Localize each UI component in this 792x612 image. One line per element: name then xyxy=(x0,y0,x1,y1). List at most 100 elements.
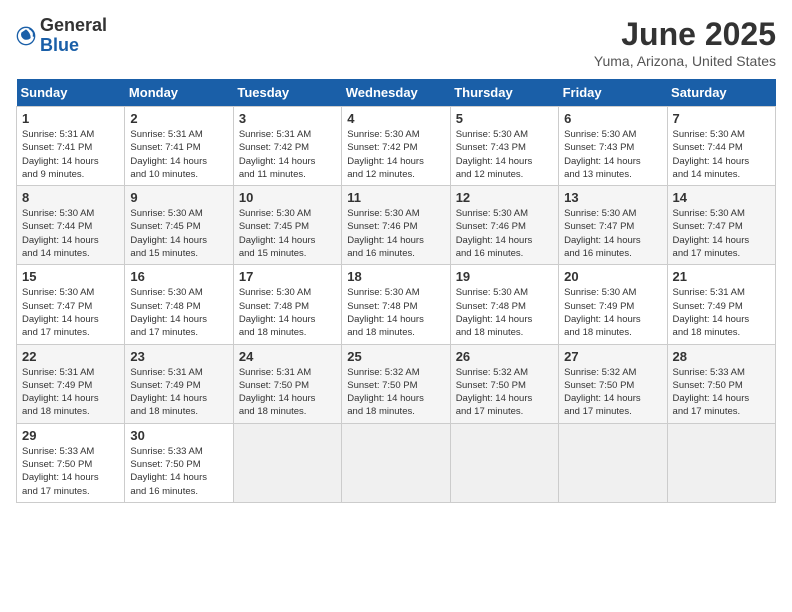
table-row: 16Sunrise: 5:30 AM Sunset: 7:48 PM Dayli… xyxy=(125,265,233,344)
day-number: 27 xyxy=(564,349,661,364)
table-row: 24 Sunrise: 5:31 AM Sunset: 7:50 PM Dayli… xyxy=(233,344,341,423)
day-number: 1 xyxy=(22,111,119,126)
table-row xyxy=(233,423,341,502)
day-info: Sunrise: 5:31 AM Sunset: 7:49 PM Dayligh… xyxy=(130,366,227,419)
day-number: 26 xyxy=(456,349,553,364)
day-info: Sunrise: 5:30 AM Sunset: 7:47 PM Dayligh… xyxy=(22,286,119,339)
table-row: 21Sunrise: 5:31 AM Sunset: 7:49 PM Dayli… xyxy=(667,265,775,344)
table-row: 8 Sunrise: 5:30 AM Sunset: 7:44 PM Daylig… xyxy=(17,186,125,265)
day-number: 4 xyxy=(347,111,444,126)
calendar-week-row: 8 Sunrise: 5:30 AM Sunset: 7:44 PM Daylig… xyxy=(17,186,776,265)
day-number: 15 xyxy=(22,269,119,284)
logo-text: General Blue xyxy=(40,16,107,56)
logo-blue: Blue xyxy=(40,36,107,56)
day-info: Sunrise: 5:31 AM Sunset: 7:41 PM Dayligh… xyxy=(130,128,227,181)
day-info: Sunrise: 5:30 AM Sunset: 7:44 PM Dayligh… xyxy=(673,128,770,181)
table-row: 27 Sunrise: 5:32 AM Sunset: 7:50 PM Dayli… xyxy=(559,344,667,423)
month-title: June 2025 xyxy=(594,16,776,53)
day-number: 11 xyxy=(347,190,444,205)
table-row: 18 Sunrise: 5:30 AM Sunset: 7:48 PM Dayli… xyxy=(342,265,450,344)
day-number: 30 xyxy=(130,428,227,443)
day-info: Sunrise: 5:30 AM Sunset: 7:45 PM Dayligh… xyxy=(130,207,227,260)
day-number: 19 xyxy=(456,269,553,284)
header-wednesday: Wednesday xyxy=(342,79,450,107)
table-row: 29 Sunrise: 5:33 AM Sunset: 7:50 PM Dayli… xyxy=(17,423,125,502)
day-number: 24 xyxy=(239,349,336,364)
day-number: 3 xyxy=(239,111,336,126)
table-row: 2 Sunrise: 5:31 AM Sunset: 7:41 PM Daylig… xyxy=(125,107,233,186)
day-number: 28 xyxy=(673,349,770,364)
day-info: Sunrise: 5:33 AM Sunset: 7:50 PM Dayligh… xyxy=(130,445,227,498)
header-saturday: Saturday xyxy=(667,79,775,107)
header-monday: Monday xyxy=(125,79,233,107)
day-info: Sunrise: 5:30 AM Sunset: 7:44 PM Dayligh… xyxy=(22,207,119,260)
day-info: Sunrise: 5:31 AM Sunset: 7:49 PM Dayligh… xyxy=(673,286,770,339)
header-friday: Friday xyxy=(559,79,667,107)
day-info: Sunrise: 5:30 AM Sunset: 7:49 PM Dayligh… xyxy=(564,286,661,339)
table-row xyxy=(667,423,775,502)
day-info: Sunrise: 5:31 AM Sunset: 7:50 PM Dayligh… xyxy=(239,366,336,419)
day-info: Sunrise: 5:30 AM Sunset: 7:47 PM Dayligh… xyxy=(673,207,770,260)
calendar-week-row: 1 Sunrise: 5:31 AM Sunset: 7:41 PM Daylig… xyxy=(17,107,776,186)
day-info: Sunrise: 5:30 AM Sunset: 7:46 PM Dayligh… xyxy=(456,207,553,260)
day-number: 2 xyxy=(130,111,227,126)
day-info: Sunrise: 5:30 AM Sunset: 7:48 PM Dayligh… xyxy=(347,286,444,339)
day-info: Sunrise: 5:30 AM Sunset: 7:47 PM Dayligh… xyxy=(564,207,661,260)
day-info: Sunrise: 5:33 AM Sunset: 7:50 PM Dayligh… xyxy=(22,445,119,498)
day-info: Sunrise: 5:33 AM Sunset: 7:50 PM Dayligh… xyxy=(673,366,770,419)
day-info: Sunrise: 5:30 AM Sunset: 7:42 PM Dayligh… xyxy=(347,128,444,181)
table-row xyxy=(342,423,450,502)
table-row: 7Sunrise: 5:30 AM Sunset: 7:44 PM Daylig… xyxy=(667,107,775,186)
day-number: 17 xyxy=(239,269,336,284)
table-row: 25Sunrise: 5:32 AM Sunset: 7:50 PM Dayli… xyxy=(342,344,450,423)
day-info: Sunrise: 5:30 AM Sunset: 7:48 PM Dayligh… xyxy=(239,286,336,339)
day-info: Sunrise: 5:31 AM Sunset: 7:41 PM Dayligh… xyxy=(22,128,119,181)
day-number: 22 xyxy=(22,349,119,364)
logo: General Blue xyxy=(16,16,107,56)
day-number: 10 xyxy=(239,190,336,205)
table-row: 12 Sunrise: 5:30 AM Sunset: 7:46 PM Dayli… xyxy=(450,186,558,265)
day-number: 12 xyxy=(456,190,553,205)
table-row: 17 Sunrise: 5:30 AM Sunset: 7:48 PM Dayli… xyxy=(233,265,341,344)
table-row: 10 Sunrise: 5:30 AM Sunset: 7:45 PM Dayli… xyxy=(233,186,341,265)
day-number: 29 xyxy=(22,428,119,443)
logo-general: General xyxy=(40,16,107,36)
day-number: 8 xyxy=(22,190,119,205)
day-info: Sunrise: 5:30 AM Sunset: 7:48 PM Dayligh… xyxy=(130,286,227,339)
day-info: Sunrise: 5:30 AM Sunset: 7:48 PM Dayligh… xyxy=(456,286,553,339)
header-thursday: Thursday xyxy=(450,79,558,107)
table-row: 28 Sunrise: 5:33 AM Sunset: 7:50 PM Dayli… xyxy=(667,344,775,423)
day-number: 25 xyxy=(347,349,444,364)
day-info: Sunrise: 5:30 AM Sunset: 7:43 PM Dayligh… xyxy=(456,128,553,181)
table-row xyxy=(559,423,667,502)
page-header: General Blue June 2025 Yuma, Arizona, Un… xyxy=(16,16,776,69)
table-row xyxy=(450,423,558,502)
table-row: 11 Sunrise: 5:30 AM Sunset: 7:46 PM Dayli… xyxy=(342,186,450,265)
logo-icon xyxy=(16,26,36,46)
table-row: 20Sunrise: 5:30 AM Sunset: 7:49 PM Dayli… xyxy=(559,265,667,344)
day-info: Sunrise: 5:30 AM Sunset: 7:45 PM Dayligh… xyxy=(239,207,336,260)
table-row: 1 Sunrise: 5:31 AM Sunset: 7:41 PM Daylig… xyxy=(17,107,125,186)
table-row: 15 Sunrise: 5:30 AM Sunset: 7:47 PM Dayli… xyxy=(17,265,125,344)
calendar-week-row: 29 Sunrise: 5:33 AM Sunset: 7:50 PM Dayli… xyxy=(17,423,776,502)
day-info: Sunrise: 5:32 AM Sunset: 7:50 PM Dayligh… xyxy=(456,366,553,419)
table-row: 9 Sunrise: 5:30 AM Sunset: 7:45 PM Daylig… xyxy=(125,186,233,265)
location-subtitle: Yuma, Arizona, United States xyxy=(594,53,776,69)
day-info: Sunrise: 5:31 AM Sunset: 7:42 PM Dayligh… xyxy=(239,128,336,181)
table-row: 13Sunrise: 5:30 AM Sunset: 7:47 PM Dayli… xyxy=(559,186,667,265)
day-number: 6 xyxy=(564,111,661,126)
day-number: 18 xyxy=(347,269,444,284)
day-number: 9 xyxy=(130,190,227,205)
table-row: 14 Sunrise: 5:30 AM Sunset: 7:47 PM Dayli… xyxy=(667,186,775,265)
calendar-week-row: 22 Sunrise: 5:31 AM Sunset: 7:49 PM Dayli… xyxy=(17,344,776,423)
table-row: 3 Sunrise: 5:31 AM Sunset: 7:42 PM Daylig… xyxy=(233,107,341,186)
day-number: 14 xyxy=(673,190,770,205)
day-number: 23 xyxy=(130,349,227,364)
day-info: Sunrise: 5:32 AM Sunset: 7:50 PM Dayligh… xyxy=(564,366,661,419)
day-info: Sunrise: 5:30 AM Sunset: 7:46 PM Dayligh… xyxy=(347,207,444,260)
table-row: 22Sunrise: 5:31 AM Sunset: 7:49 PM Dayli… xyxy=(17,344,125,423)
table-row: 5 Sunrise: 5:30 AM Sunset: 7:43 PM Daylig… xyxy=(450,107,558,186)
table-row: 23 Sunrise: 5:31 AM Sunset: 7:49 PM Dayli… xyxy=(125,344,233,423)
table-row: 4 Sunrise: 5:30 AM Sunset: 7:42 PM Daylig… xyxy=(342,107,450,186)
day-number: 5 xyxy=(456,111,553,126)
